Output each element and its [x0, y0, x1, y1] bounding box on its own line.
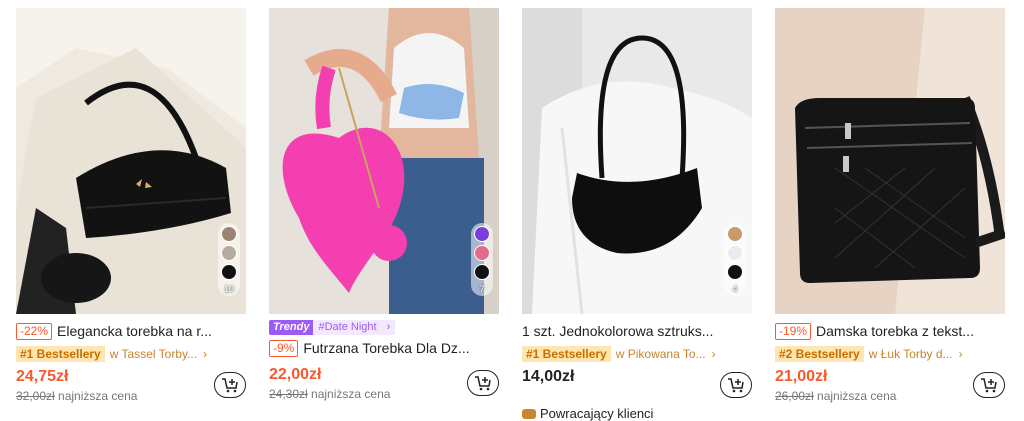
bestseller-badge: #1 Bestsellery [522, 346, 611, 362]
bestseller-row[interactable]: #2 Bestsellery w Łuk Torby d... › [775, 344, 1005, 364]
bestseller-row[interactable]: #1 Bestsellery w Pikowana To... › [522, 344, 752, 364]
product-card[interactable]: -19% Damska torebka z tekst... #2 Bestse… [775, 8, 1005, 404]
product-image[interactable]: 4 [522, 8, 752, 314]
cart-plus-icon [981, 378, 997, 393]
bestseller-badge: #1 Bestsellery [16, 346, 105, 362]
lowest-price-label: najniższa cena [817, 389, 897, 403]
swatch-count: 4 [732, 284, 738, 294]
color-swatches: 4 [724, 223, 746, 296]
trendy-badge: Trendy [269, 319, 314, 335]
color-swatches: 7 [471, 223, 493, 296]
color-swatch[interactable] [474, 226, 490, 242]
discount-badge: -22% [16, 322, 53, 340]
old-price: 24,30zł [269, 387, 308, 401]
color-swatch[interactable] [221, 264, 237, 280]
color-swatch[interactable] [474, 264, 490, 280]
cart-plus-icon [728, 378, 744, 393]
old-price: 32,00zł [16, 389, 55, 403]
chevron-right-icon: › [381, 319, 396, 335]
swatch-count: 7 [479, 284, 485, 294]
lowest-price-label: najniższa cena [311, 387, 391, 401]
lowest-price-label: najniższa cena [58, 389, 138, 403]
cart-plus-icon [222, 378, 238, 393]
discount-badge: -9% [269, 339, 299, 357]
bestseller-row[interactable]: #1 Bestsellery w Tassel Torby... › [16, 344, 246, 364]
color-swatches: 10 [218, 223, 240, 296]
trendy-row[interactable]: Trendy #Date Night › [269, 319, 499, 335]
swatch-count: 10 [223, 284, 234, 294]
price: 24,75zł [16, 368, 69, 385]
price: 21,00zł [775, 368, 828, 385]
bestseller-category: w Tassel Torby... [109, 347, 198, 361]
product-card[interactable]: 7 Trendy #Date Night › -9% Futrzana Tore… [269, 8, 499, 402]
product-image[interactable] [775, 8, 1005, 314]
price: 22,00zł [269, 366, 322, 383]
color-swatch[interactable] [474, 245, 490, 261]
discount-badge: -19% [775, 322, 812, 340]
returning-icon [522, 408, 536, 419]
color-swatch[interactable] [221, 226, 237, 242]
color-swatch[interactable] [727, 245, 743, 261]
trendy-tag: #Date Night [313, 319, 382, 335]
product-card[interactable]: 4 1 szt. Jednokolorowa sztruks... #1 Bes… [522, 8, 752, 421]
product-title[interactable]: Elegancka torebka na r... [57, 323, 212, 339]
bestseller-category: w Pikowana To... [615, 347, 706, 361]
product-title[interactable]: 1 szt. Jednokolorowa sztruks... [522, 323, 713, 339]
product-title[interactable]: Futrzana Torebka Dla Dz... [303, 340, 469, 356]
chevron-right-icon: › [958, 347, 963, 361]
product-card[interactable]: 10 -22% Elegancka torebka na r... #1 Bes… [16, 8, 246, 404]
add-to-cart-button[interactable] [720, 372, 752, 398]
product-image[interactable]: 7 [269, 8, 499, 314]
cart-plus-icon [475, 376, 491, 391]
add-to-cart-button[interactable] [973, 372, 1005, 398]
old-price: 26,00zł [775, 389, 814, 403]
color-swatch[interactable] [727, 226, 743, 242]
chevron-right-icon: › [203, 347, 208, 361]
color-swatch[interactable] [221, 245, 237, 261]
add-to-cart-button[interactable] [467, 370, 499, 396]
bestseller-category: w Łuk Torby d... [868, 347, 953, 361]
product-image[interactable]: 10 [16, 8, 246, 314]
bestseller-badge: #2 Bestsellery [775, 346, 864, 362]
color-swatch[interactable] [727, 264, 743, 280]
add-to-cart-button[interactable] [214, 372, 246, 398]
price: 14,00zł [522, 368, 575, 385]
chevron-right-icon: › [711, 347, 716, 361]
product-title[interactable]: Damska torebka z tekst... [816, 323, 974, 339]
